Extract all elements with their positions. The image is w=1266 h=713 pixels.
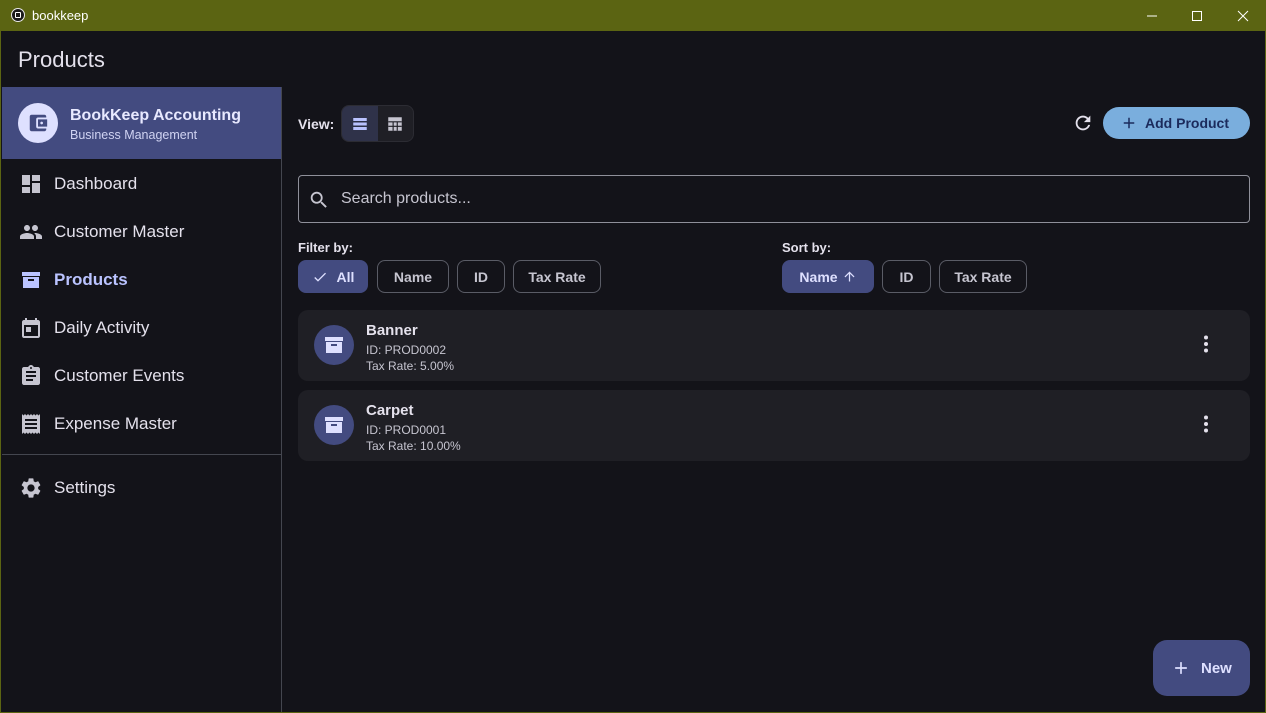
sidebar-item-label: Expense Master [54, 414, 177, 433]
list-view-icon [353, 117, 367, 130]
clipboard-icon [22, 365, 40, 385]
search-input[interactable] [341, 186, 1221, 212]
dashboard-icon [22, 175, 40, 193]
sidebar-item-dashboard[interactable]: Dashboard [2, 160, 281, 208]
maximize-button[interactable] [1174, 0, 1220, 31]
sort-chip-label: Tax Rate [954, 268, 1012, 285]
people-icon [20, 225, 42, 239]
fab-label: New [1201, 660, 1232, 677]
plus-icon [1123, 117, 1135, 129]
minimize-icon [1147, 15, 1157, 16]
minimize-button[interactable] [1129, 0, 1175, 31]
filter-chip-label: ID [474, 268, 488, 285]
archive-icon [22, 272, 40, 288]
sort-label: Sort by: [782, 240, 832, 255]
close-button[interactable] [1220, 0, 1266, 31]
filter-chip-label: All [336, 268, 355, 285]
more-vert-icon [1204, 415, 1208, 433]
add-product-label: Add Product [1145, 115, 1229, 131]
sidebar-item-label: Products [54, 270, 128, 289]
sidebar-item-expense-master[interactable]: Expense Master [2, 400, 281, 448]
arrow-up-icon [844, 271, 855, 282]
view-label: View: [298, 116, 335, 132]
sort-chip-id[interactable]: ID [882, 260, 931, 293]
sidebar-item-daily-activity[interactable]: Daily Activity [2, 304, 281, 352]
product-name: Carpet [366, 402, 414, 419]
title-bar: bookkeep [1, 0, 1266, 31]
app-logo-icon [11, 8, 25, 22]
sidebar-item-label: Dashboard [54, 174, 138, 193]
filter-chip-label: Name [393, 268, 433, 285]
org-name: BookKeep Accounting [70, 107, 241, 124]
table-view-icon [388, 116, 402, 131]
filter-label: Filter by: [298, 240, 353, 255]
product-card[interactable]: Carpet ID: PROD0001 Tax Rate: 10.00% [298, 390, 1250, 461]
search-icon [310, 191, 327, 208]
filter-chip-name[interactable]: Name [377, 260, 449, 293]
sort-chip-label: ID [899, 268, 914, 285]
archive-icon [314, 325, 354, 365]
filter-chip-tax-rate[interactable]: Tax Rate [513, 260, 601, 293]
product-tax-rate: Tax Rate: 5.00% [366, 359, 455, 373]
add-product-button[interactable]: Add Product [1103, 107, 1250, 139]
new-fab-button[interactable]: New [1153, 640, 1250, 696]
sidebar-divider [2, 454, 281, 455]
product-tax-rate: Tax Rate: 10.00% [366, 439, 461, 453]
sidebar-item-settings[interactable]: Settings [2, 464, 281, 512]
gear-icon [21, 478, 41, 498]
app-window: bookkeep Products BookKeep Accounting Bu… [0, 0, 1266, 713]
more-vert-icon [1204, 335, 1208, 353]
receipt-icon [22, 414, 40, 434]
org-header: BookKeep Accounting Business Management [2, 87, 281, 159]
filter-chip-id[interactable]: ID [457, 260, 505, 293]
sidebar-item-label: Settings [54, 478, 116, 497]
archive-icon [314, 405, 354, 445]
product-id: ID: PROD0001 [366, 423, 447, 437]
sidebar-item-products[interactable]: Products [2, 256, 281, 304]
sidebar-item-label: Customer Events [54, 366, 185, 385]
sidebar-item-label: Daily Activity [54, 318, 150, 337]
view-toggle [341, 105, 414, 142]
filter-chip-all[interactable]: All [298, 260, 368, 293]
product-id: ID: PROD0002 [366, 343, 447, 357]
page-title: Products [18, 47, 105, 72]
window-title: bookkeep [32, 8, 89, 23]
product-card[interactable]: Banner ID: PROD0002 Tax Rate: 5.00% [298, 310, 1250, 381]
filter-chip-label: Tax Rate [528, 268, 586, 285]
sidebar: BookKeep Accounting Business Management … [2, 87, 282, 712]
more-options-button[interactable] [1194, 412, 1218, 436]
sort-chip-name[interactable]: Name [782, 260, 874, 293]
calendar-icon [22, 318, 40, 338]
sidebar-item-customer-events[interactable]: Customer Events [2, 352, 281, 400]
sidebar-item-label: Customer Master [54, 222, 185, 241]
refresh-button[interactable] [1069, 109, 1097, 137]
close-icon [1237, 10, 1249, 21]
plus-icon [1175, 662, 1187, 674]
sidebar-item-customer-master[interactable]: Customer Master [2, 208, 281, 256]
list-view-button[interactable] [342, 106, 378, 141]
org-subtitle: Business Management [70, 128, 198, 142]
sort-chip-label: Name [799, 268, 838, 285]
sort-chip-tax-rate[interactable]: Tax Rate [939, 260, 1027, 293]
table-view-button[interactable] [378, 106, 414, 141]
search-box [298, 175, 1250, 223]
wallet-icon [18, 103, 58, 143]
product-name: Banner [366, 322, 418, 339]
check-icon [313, 272, 326, 282]
refresh-icon [1075, 115, 1091, 131]
more-options-button[interactable] [1194, 332, 1218, 356]
maximize-icon [1192, 10, 1202, 21]
